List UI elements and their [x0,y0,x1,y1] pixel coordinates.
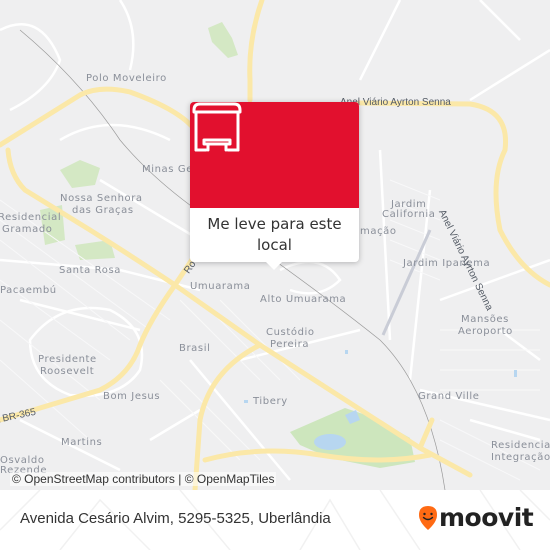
park-area [208,22,238,58]
place-label: mação [360,226,397,237]
water-mark [244,400,248,403]
place-label: Umuarama [190,281,251,292]
water-mark [345,350,348,354]
place-label: Minas Ge [142,164,193,175]
water-mark [514,370,517,377]
attribution-separator: | [174,472,185,486]
address-text: Avenida Cesário Alvim, 5295-5325, Uberlâ… [20,510,331,527]
place-label: Aeroporto [458,326,513,337]
place-label: Presidente [38,354,97,365]
place-label: Gramado [2,224,53,235]
map[interactable]: Polo Moveleiro Minas Ge Nossa Senhora da… [0,0,550,490]
place-label: Santa Rosa [59,265,121,276]
moovit-logo[interactable]: moovit [418,503,534,532]
place-label: Roosevelt [40,366,95,377]
park-area [60,160,100,188]
place-label: Grand Ville [418,391,480,402]
lake [314,434,346,450]
place-label: Residencial [491,440,550,451]
place-label: Integração [491,452,550,463]
osm-attribution-link[interactable]: © OpenStreetMap contributors [12,472,175,486]
location-popup[interactable]: Me leve para este local [190,102,359,270]
place-label: Martins [61,437,103,448]
place-label: Residencial [0,212,62,223]
place-label: California [382,209,436,220]
place-label: Pacaembú [0,285,57,296]
popup-action-label[interactable]: Me leve para este local [190,208,359,256]
place-label: das Graças [72,205,134,216]
place-label: Tibery [253,396,288,407]
popup-pointer [266,262,282,270]
place-label: Brasil [179,343,211,354]
omt-attribution-link[interactable]: © OpenMapTiles [185,472,275,486]
moovit-pin-icon [419,506,437,530]
place-label: Mansões [461,314,509,325]
place-label: Nossa Senhora [60,193,143,204]
place-label: Jardim Ipanema [403,258,491,269]
place-label: Bom Jesus [103,391,161,402]
footer: Avenida Cesário Alvim, 5295-5325, Uberlâ… [0,490,550,550]
map-attribution: © OpenStreetMap contributors | © OpenMap… [10,472,277,486]
airport-runway [381,229,432,336]
place-label: Polo Moveleiro [86,73,167,84]
place-label: Alto Umuarama [260,294,347,305]
bus-stop-icon [192,102,242,152]
place-label: Pereira [270,339,310,350]
moovit-wordmark: moovit [439,503,534,532]
popup-header [190,102,359,208]
place-label: Custódio [266,327,315,338]
